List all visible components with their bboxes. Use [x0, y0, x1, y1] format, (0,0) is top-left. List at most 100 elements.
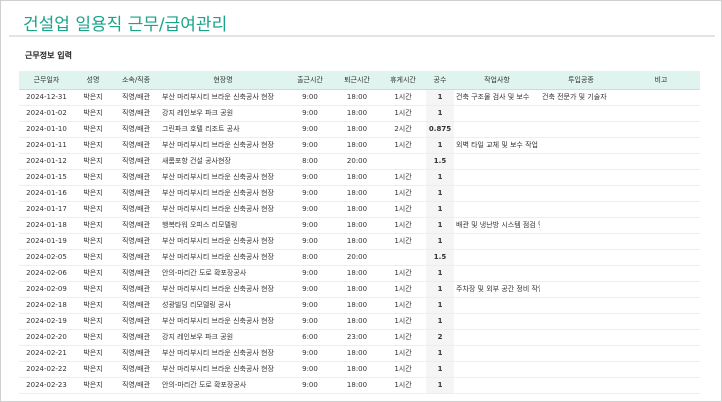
work-type-cell[interactable]	[540, 105, 622, 121]
break-time-cell[interactable]: 1시간	[380, 201, 426, 217]
affiliation-cell[interactable]: 직영/배관	[112, 217, 160, 233]
gongsu-cell[interactable]: 1	[426, 185, 454, 201]
work-details-cell[interactable]	[454, 153, 540, 169]
work-type-cell[interactable]	[540, 377, 622, 393]
notes-cell[interactable]	[622, 345, 700, 361]
notes-cell[interactable]	[622, 105, 700, 121]
affiliation-cell[interactable]: 직영/배관	[112, 89, 160, 105]
notes-cell[interactable]	[622, 329, 700, 345]
break-time-cell[interactable]: 1시간	[380, 105, 426, 121]
end-time-cell[interactable]: 18:00	[334, 105, 380, 121]
work-details-cell[interactable]	[454, 169, 540, 185]
start-time-cell[interactable]: 8:00	[286, 153, 334, 169]
start-time-cell[interactable]: 9:00	[286, 185, 334, 201]
work-details-cell[interactable]	[454, 105, 540, 121]
end-time-cell[interactable]: 18:00	[334, 265, 380, 281]
work-details-cell[interactable]	[454, 297, 540, 313]
affiliation-cell[interactable]: 직영/배관	[112, 345, 160, 361]
date-cell[interactable]: 2024-12-31	[19, 89, 74, 105]
date-cell[interactable]: 2024-02-23	[19, 377, 74, 393]
start-time-cell[interactable]: 9:00	[286, 201, 334, 217]
gongsu-cell[interactable]: 1	[426, 105, 454, 121]
work-details-cell[interactable]	[454, 313, 540, 329]
date-cell[interactable]: 2024-02-19	[19, 313, 74, 329]
notes-cell[interactable]	[622, 89, 700, 105]
work-details-cell[interactable]	[454, 265, 540, 281]
affiliation-cell[interactable]: 직영/배관	[112, 297, 160, 313]
affiliation-cell[interactable]: 직영/배관	[112, 249, 160, 265]
work-details-cell[interactable]: 주차장 및 외부 공간 정비 작업	[454, 281, 540, 297]
start-time-cell[interactable]: 9:00	[286, 233, 334, 249]
table-row[interactable]: 2024-01-12 박은지 직영/배관 새롬포항 건설 공사현장 8:00 20:00 1…	[19, 153, 700, 169]
gongsu-cell[interactable]: 1.5	[426, 249, 454, 265]
start-time-cell[interactable]: 9:00	[286, 265, 334, 281]
site-cell[interactable]: 부산 마리부시티 브라운 신축공사 현장	[160, 169, 286, 185]
gongsu-cell[interactable]: 1	[426, 297, 454, 313]
site-cell[interactable]: 부산 마리부시티 브라운 신축공사 현장	[160, 345, 286, 361]
table-row[interactable]: 2024-02-09 박은지 직영/배관 부산 마리부시티 브라운 신축공사 현장 9:…	[19, 281, 700, 297]
end-time-cell[interactable]: 20:00	[334, 249, 380, 265]
notes-cell[interactable]	[622, 169, 700, 185]
work-details-cell[interactable]: 배관 및 냉난방 시스템 점검 및 유지보수 작업	[454, 217, 540, 233]
notes-cell[interactable]	[622, 361, 700, 377]
end-time-cell[interactable]: 18:00	[334, 169, 380, 185]
start-time-cell[interactable]: 9:00	[286, 121, 334, 137]
affiliation-cell[interactable]: 직영/배관	[112, 233, 160, 249]
notes-cell[interactable]	[622, 249, 700, 265]
break-time-cell[interactable]	[380, 153, 426, 169]
gongsu-cell[interactable]: 1	[426, 217, 454, 233]
notes-cell[interactable]	[622, 185, 700, 201]
work-type-cell[interactable]	[540, 201, 622, 217]
date-cell[interactable]: 2024-01-12	[19, 153, 74, 169]
affiliation-cell[interactable]: 직영/배관	[112, 185, 160, 201]
date-cell[interactable]: 2024-01-15	[19, 169, 74, 185]
end-time-cell[interactable]: 18:00	[334, 137, 380, 153]
gongsu-cell[interactable]: 1	[426, 313, 454, 329]
table-row[interactable]: 2024-02-06 박은지 직영/배관 안의-마리간 도로 확포장공사 9:00 18:…	[19, 265, 700, 281]
break-time-cell[interactable]: 1시간	[380, 233, 426, 249]
table-row[interactable]: 2024-01-18 박은지 직영/배관 행복타워 오피스 리모델링 9:00 18:00…	[19, 217, 700, 233]
site-cell[interactable]: 성광빌딩 리모델링 공사	[160, 297, 286, 313]
gongsu-cell[interactable]: 2	[426, 329, 454, 345]
start-time-cell[interactable]: 9:00	[286, 217, 334, 233]
work-details-cell[interactable]	[454, 185, 540, 201]
table-row[interactable]: 2024-01-19 박은지 직영/배관 부산 마리부시티 브라운 신축공사 현장 9:…	[19, 233, 700, 249]
site-cell[interactable]: 부산 마리부시티 브라운 신축공사 현장	[160, 137, 286, 153]
end-time-cell[interactable]: 18:00	[334, 313, 380, 329]
name-cell[interactable]: 박은지	[74, 217, 112, 233]
table-row[interactable]: 2024-02-22 박은지 직영/배관 부산 마리부시티 브라운 신축공사 현장 9:…	[19, 361, 700, 377]
name-cell[interactable]: 박은지	[74, 185, 112, 201]
work-type-cell[interactable]: 건축 전문가 및 기술자	[540, 89, 622, 105]
gongsu-cell[interactable]: 0.875	[426, 121, 454, 137]
work-type-cell[interactable]	[540, 137, 622, 153]
work-details-cell[interactable]	[454, 233, 540, 249]
name-cell[interactable]: 박은지	[74, 233, 112, 249]
end-time-cell[interactable]: 18:00	[334, 201, 380, 217]
date-cell[interactable]: 2024-01-02	[19, 105, 74, 121]
work-type-cell[interactable]	[540, 121, 622, 137]
break-time-cell[interactable]	[380, 249, 426, 265]
end-time-cell[interactable]: 18:00	[334, 185, 380, 201]
notes-cell[interactable]	[622, 313, 700, 329]
work-type-cell[interactable]	[540, 185, 622, 201]
site-cell[interactable]: 부산 마리부시티 브라운 신축공사 현장	[160, 313, 286, 329]
date-cell[interactable]: 2024-01-17	[19, 201, 74, 217]
start-time-cell[interactable]: 9:00	[286, 281, 334, 297]
site-cell[interactable]: 부산 마리부시티 브라운 신축공사 현장	[160, 249, 286, 265]
work-type-cell[interactable]	[540, 329, 622, 345]
start-time-cell[interactable]: 9:00	[286, 105, 334, 121]
table-row[interactable]: 2024-02-18 박은지 직영/배관 성광빌딩 리모델링 공사 9:00 18:00 1…	[19, 297, 700, 313]
gongsu-cell[interactable]: 1	[426, 265, 454, 281]
start-time-cell[interactable]: 9:00	[286, 313, 334, 329]
site-cell[interactable]: 강지 레인보우 파크 공원	[160, 105, 286, 121]
site-cell[interactable]: 부산 마리부시티 브라운 신축공사 현장	[160, 89, 286, 105]
end-time-cell[interactable]: 18:00	[334, 121, 380, 137]
site-cell[interactable]: 부산 마리부시티 브라운 신축공사 현장	[160, 201, 286, 217]
work-type-cell[interactable]	[540, 281, 622, 297]
break-time-cell[interactable]: 1시간	[380, 185, 426, 201]
site-cell[interactable]: 강지 레인보우 파크 공원	[160, 329, 286, 345]
notes-cell[interactable]	[622, 217, 700, 233]
name-cell[interactable]: 박은지	[74, 377, 112, 393]
date-cell[interactable]: 2024-02-06	[19, 265, 74, 281]
notes-cell[interactable]	[622, 153, 700, 169]
